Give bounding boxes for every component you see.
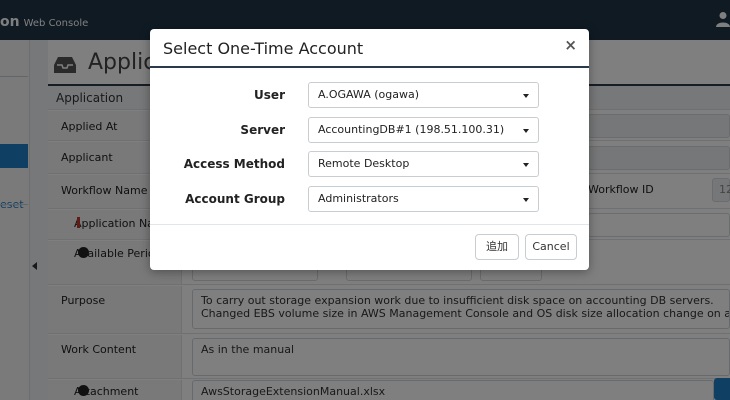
account-group-select-value: Administrators: [318, 192, 399, 205]
cancel-button[interactable]: Cancel: [525, 234, 577, 260]
select-account-dialog: Select One-Time Account × User A.OGAWA (…: [150, 29, 589, 270]
chevron-down-icon: [523, 163, 529, 167]
label-user: User: [254, 88, 285, 102]
user-select[interactable]: A.OGAWA (ogawa): [308, 82, 539, 108]
label-access-method: Access Method: [183, 157, 285, 171]
server-select-value: AccountingDB#1 (198.51.100.31): [318, 123, 505, 136]
user-select-value: A.OGAWA (ogawa): [318, 88, 420, 101]
chevron-down-icon: [523, 129, 529, 133]
label-account-group: Account Group: [185, 192, 285, 206]
access-method-select-value: Remote Desktop: [318, 157, 410, 170]
access-method-select[interactable]: Remote Desktop: [308, 151, 539, 177]
dialog-title-divider: [150, 66, 589, 68]
close-icon[interactable]: ×: [564, 36, 577, 54]
dialog-title: Select One-Time Account: [163, 39, 364, 58]
server-select[interactable]: AccountingDB#1 (198.51.100.31): [308, 117, 539, 143]
account-group-select[interactable]: Administrators: [308, 186, 539, 212]
label-server: Server: [240, 123, 285, 137]
chevron-down-icon: [523, 94, 529, 98]
chevron-down-icon: [523, 198, 529, 202]
add-button[interactable]: 追加: [475, 234, 519, 260]
dialog-footer-divider: [150, 224, 589, 225]
